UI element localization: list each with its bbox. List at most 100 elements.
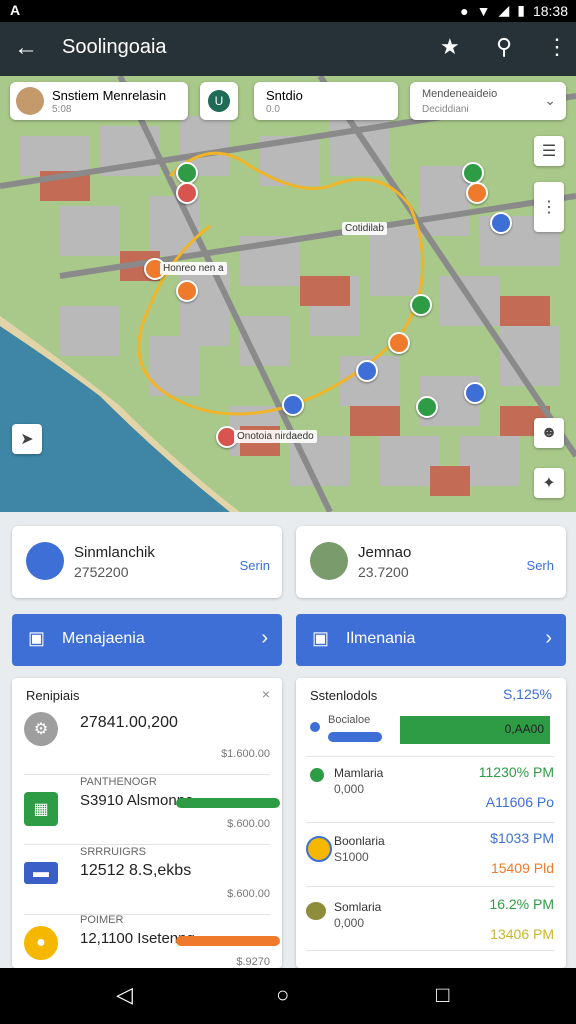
layers-icon[interactable]: ☰ — [534, 136, 564, 166]
signal-icon: ◢ — [498, 2, 510, 18]
progress-bar — [176, 798, 280, 808]
profile-link[interactable]: Serh — [527, 558, 554, 573]
wifi-icon: ▼ — [476, 2, 491, 19]
management-button[interactable]: ▣ Menajaenia › — [12, 614, 282, 666]
row-label: Bocialoe — [328, 714, 371, 726]
list-item[interactable]: Somlaria 0,000 16.2% PM 13406 PM — [306, 886, 554, 951]
search-icon[interactable]: ⚲ — [496, 34, 512, 60]
bluetooth-icon: ● — [460, 2, 469, 19]
city-map[interactable]: Snstiem Menrelasin 5:08 U Sntdio 0.0 Men… — [0, 76, 576, 512]
row-value: 11230% PM — [478, 764, 554, 780]
row-value: 16.2% PM — [489, 896, 554, 912]
profile-name: Jemnao — [358, 544, 412, 561]
map-pin[interactable] — [490, 212, 512, 234]
map-label: Honreo nen a — [160, 262, 227, 275]
more-vert-icon[interactable]: ⋮ — [546, 34, 568, 60]
status-dot-icon — [310, 722, 320, 732]
progress-bar — [328, 732, 382, 742]
map-pin[interactable] — [282, 394, 304, 416]
list-item[interactable]: ⚙ 27841.00,200 $1.600.00 — [24, 704, 270, 775]
row-label: POIMER — [80, 914, 124, 926]
map-card-person[interactable]: Snstiem Menrelasin 5:08 — [10, 82, 188, 120]
map-pin[interactable] — [462, 162, 484, 184]
row-value: 27841.00,200 — [80, 714, 178, 731]
row-value: $1033 PM — [490, 830, 554, 846]
list-item[interactable]: Mamlaria 0,000 11230% PM A11606 Po — [306, 756, 554, 823]
puzzle-icon[interactable]: ★ — [440, 34, 460, 60]
map-card-sub: 0.0 — [266, 104, 280, 115]
row-value-secondary: 13406 PM — [490, 926, 554, 942]
list-item[interactable]: ▦ PANTHENOGR S3910 Alsmonne $.600.00 — [24, 774, 280, 845]
map-card-shield[interactable]: U — [200, 82, 238, 120]
list-item[interactable]: Bocialoe 0,AA00 — [306, 712, 554, 757]
status-dot-icon — [310, 768, 324, 782]
row-sub: $1.600.00 — [221, 748, 270, 760]
profile-card[interactable]: Jemnao 23.7200 Serh — [296, 526, 566, 598]
map-filter-dropdown[interactable]: Mendeneaideio Deciddiani ⌄ — [410, 82, 566, 120]
statistics-panel: Sstenlodols S,125% Bocialoe 0,AA00 Mamla… — [296, 678, 566, 968]
gear-icon: ⚙ — [24, 712, 58, 746]
row-value-secondary: A11606 Po — [485, 794, 554, 810]
back-icon[interactable]: ◁ — [116, 982, 133, 1008]
list-item[interactable]: ▬ SRRRUIGRS 12512 8.S,ekbs $.600.00 — [24, 844, 270, 915]
shield-icon: U — [208, 90, 230, 112]
map-label: Onotoia nirdaedo — [234, 430, 317, 443]
map-canvas — [0, 76, 576, 512]
map-pin[interactable] — [416, 396, 438, 418]
card-icon: ▬ — [24, 862, 58, 884]
map-pin[interactable] — [176, 182, 198, 204]
progress-bar — [176, 936, 280, 946]
map-label: Cotidilab — [342, 222, 387, 235]
building-icon: ▦ — [24, 792, 58, 826]
recenter-icon[interactable]: ➤ — [12, 424, 42, 454]
list-item[interactable]: Boonlaria S1000 $1033 PM 15409 Pld — [306, 822, 554, 887]
map-pin[interactable] — [176, 280, 198, 302]
more-vert-icon[interactable]: ⋮ — [534, 182, 564, 232]
profile-card[interactable]: Sinmlanchik 2752200 Serin — [12, 526, 282, 598]
home-icon[interactable]: ○ — [276, 982, 289, 1008]
row-sub: 0,000 — [334, 782, 365, 796]
close-icon[interactable]: × — [262, 686, 270, 702]
information-button[interactable]: ▣ Ilmenania › — [296, 614, 566, 666]
avatar — [310, 542, 348, 580]
chevron-right-icon: › — [261, 627, 268, 649]
row-label: Boonlaria — [334, 834, 385, 848]
panel-title-value: S,125% — [502, 686, 552, 702]
map-card-studio[interactable]: Sntdio 0.0 — [254, 82, 398, 120]
map-card-title: Mendeneaideio — [422, 88, 498, 100]
button-label: Ilmenania — [346, 630, 416, 647]
notification-icon: A — [10, 2, 21, 18]
page-title: Soolingoaia — [62, 36, 167, 58]
map-pin[interactable] — [176, 162, 198, 184]
map-card-sub: 5:08 — [52, 104, 72, 115]
profile-link[interactable]: Serin — [240, 558, 270, 573]
badge-icon — [306, 836, 332, 862]
map-pin[interactable] — [464, 382, 486, 404]
row-sub: $.600.00 — [227, 888, 270, 900]
briefcase-icon: ▣ — [28, 628, 46, 648]
app-bar: ← Soolingoaia ★ ⚲ ⋮ — [0, 22, 576, 76]
map-pin[interactable] — [356, 360, 378, 382]
person-icon[interactable]: ☻ — [534, 418, 564, 448]
list-item[interactable]: ● POIMER 12,1100 Isetenng $.9270 — [24, 914, 280, 968]
map-pin[interactable] — [388, 332, 410, 354]
map-pin[interactable] — [466, 182, 488, 204]
panel-title: Renipiais — [26, 688, 80, 703]
back-arrow-icon[interactable]: ← — [14, 34, 38, 62]
map-card-title: Snstiem Menrelasin — [52, 88, 167, 103]
row-sub: 0,000 — [334, 916, 365, 930]
row-label: SRRRUIGRS — [80, 846, 147, 858]
avatar — [16, 87, 44, 115]
document-icon: ▣ — [312, 628, 330, 648]
system-nav-bar: ◁ ○ □ — [0, 968, 576, 1024]
compass-icon[interactable]: ✦ — [534, 468, 564, 498]
chevron-right-icon: › — [545, 627, 552, 649]
status-bar: A ● ▼ ◢ ▮ 18:38 — [0, 0, 576, 22]
reports-panel: Renipiais × ⚙ 27841.00,200 $1.600.00 ▦ P… — [12, 678, 282, 968]
map-card-title: Sntdio — [266, 88, 303, 103]
recent-apps-icon[interactable]: □ — [436, 982, 449, 1008]
map-pin[interactable] — [410, 294, 432, 316]
row-sub: S1000 — [334, 850, 369, 864]
button-label: Menajaenia — [62, 630, 145, 647]
profile-name: Sinmlanchik — [74, 544, 155, 561]
